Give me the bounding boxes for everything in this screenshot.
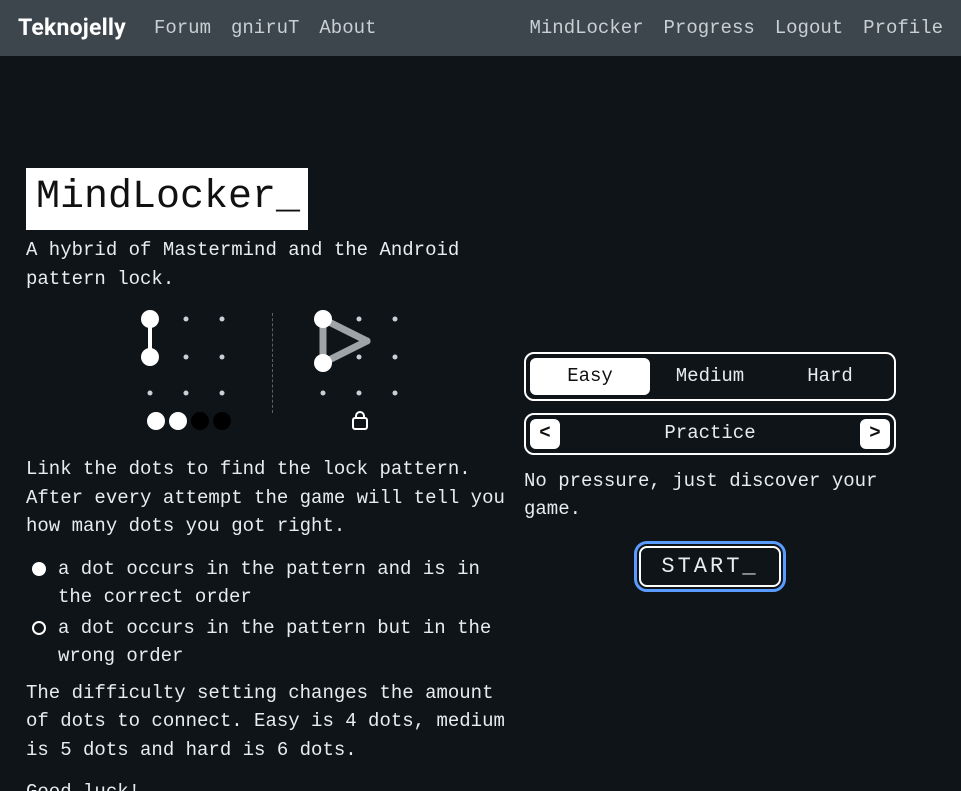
title-cursor-icon: _ bbox=[276, 175, 298, 220]
nav-gnirut[interactable]: gniruT bbox=[231, 14, 299, 43]
goodluck-text: Good luck!_ bbox=[26, 778, 508, 791]
primary-nav: Forum gniruT About bbox=[154, 14, 376, 43]
start-button[interactable]: START_ bbox=[639, 546, 780, 587]
controls-column: Easy Medium Hard < Practice > No pressur… bbox=[524, 168, 935, 791]
legend-item-correct: a dot occurs in the pattern and is in th… bbox=[26, 555, 508, 612]
main-content: MindLocker_ A hybrid of Mastermind and t… bbox=[0, 56, 961, 791]
legend-item-wrong-order: a dot occurs in the pattern but in the w… bbox=[26, 614, 508, 671]
difficulty-text: The difficulty setting changes the amoun… bbox=[26, 679, 508, 765]
page-subtitle: A hybrid of Mastermind and the Android p… bbox=[26, 236, 508, 293]
feedback-row-icon bbox=[147, 412, 231, 430]
mode-label: Practice bbox=[560, 419, 860, 448]
legend-text: a dot occurs in the pattern but in the w… bbox=[58, 614, 508, 671]
nav-about[interactable]: About bbox=[319, 14, 376, 43]
mode-prev-button[interactable]: < bbox=[530, 419, 560, 449]
filled-dot-icon bbox=[32, 562, 46, 576]
illustration-left-grid bbox=[136, 307, 236, 437]
illustration-divider bbox=[272, 313, 273, 413]
lock-icon bbox=[353, 412, 367, 429]
illustration-right-grid bbox=[309, 307, 409, 437]
nav-progress[interactable]: Progress bbox=[664, 14, 755, 43]
mode-next-button[interactable]: > bbox=[860, 419, 890, 449]
cursor-icon: _ bbox=[140, 781, 151, 791]
nav-forum[interactable]: Forum bbox=[154, 14, 211, 43]
difficulty-easy[interactable]: Easy bbox=[530, 358, 650, 395]
hollow-dot-icon bbox=[32, 621, 46, 635]
difficulty-medium[interactable]: Medium bbox=[650, 358, 770, 395]
brand-logo[interactable]: Teknojelly bbox=[18, 11, 126, 46]
difficulty-hard[interactable]: Hard bbox=[770, 358, 890, 395]
site-header: Teknojelly Forum gniruT About MindLocker… bbox=[0, 0, 961, 56]
instructions-column: MindLocker_ A hybrid of Mastermind and t… bbox=[26, 168, 508, 791]
nav-logout[interactable]: Logout bbox=[775, 14, 843, 43]
pattern-illustration bbox=[136, 307, 508, 437]
legend-list: a dot occurs in the pattern and is in th… bbox=[26, 555, 508, 671]
mode-selector: < Practice > bbox=[524, 413, 896, 455]
mode-description: No pressure, just discover your game. bbox=[524, 467, 935, 524]
page-title: MindLocker_ bbox=[26, 168, 308, 230]
intro-text: Link the dots to find the lock pattern. … bbox=[26, 455, 508, 541]
nav-mindlocker[interactable]: MindLocker bbox=[530, 14, 644, 43]
difficulty-selector: Easy Medium Hard bbox=[524, 352, 896, 401]
nav-profile[interactable]: Profile bbox=[863, 14, 943, 43]
user-nav: MindLocker Progress Logout Profile bbox=[530, 14, 944, 43]
legend-text: a dot occurs in the pattern and is in th… bbox=[58, 555, 508, 612]
